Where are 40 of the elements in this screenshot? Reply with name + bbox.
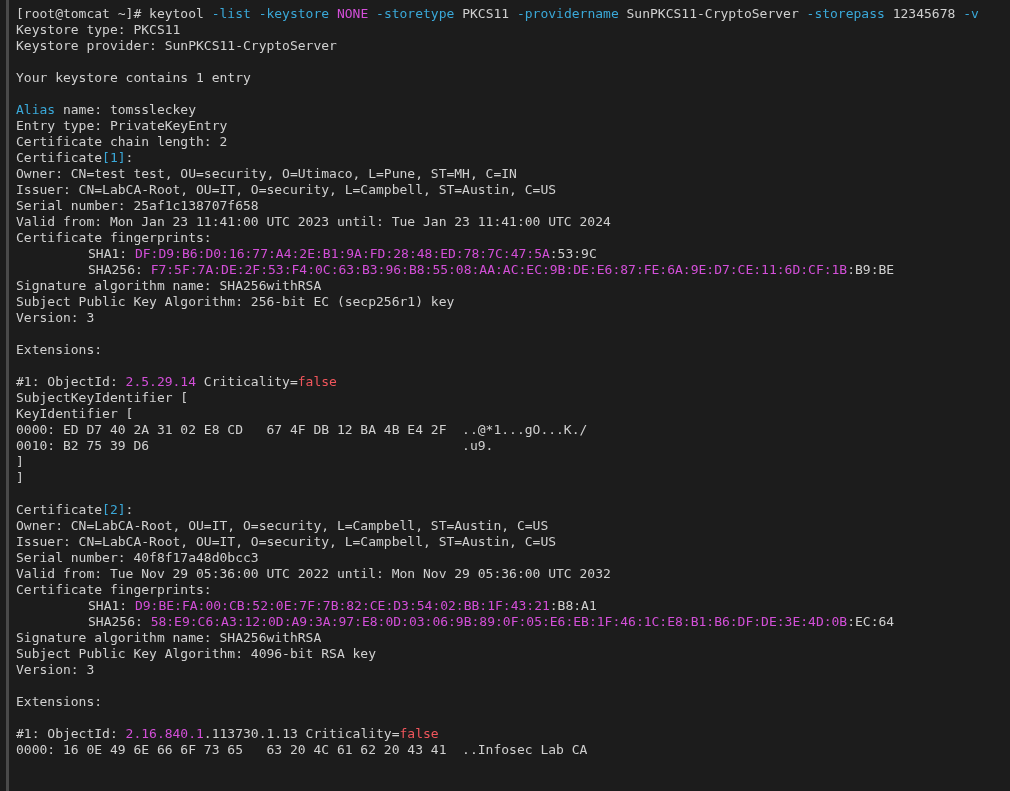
terminal-line: SHA256: 58:E9:C6:A3:12:0D:A9:3A:97:E8:0D:03:06:9B:89:0F:05:E6:EB:1F:46:1C:E8:B1:B6:DF:DE:3E:4D:0B:EC:64 — [87, 614, 896, 630]
terminal-line: Keystore type: PKCS11 — [16, 22, 182, 38]
terminal-line: 0000: 16 0E 49 6E 66 6F 73 65 63 20 4C 61 62 20 43 41 ..Infosec Lab CA — [16, 742, 589, 758]
terminal-line: Signature algorithm name: SHA256withRSA — [16, 278, 323, 294]
terminal-line: Serial number: 25af1c138707f658 — [16, 198, 260, 214]
terminal-line: [root@tomcat ~]# keytool -list -keystore NONE -storetype PKCS11 -providername SunPKCS11-CryptoServer -storepass 12345678 -v — [16, 6, 979, 22]
terminal-line: ] — [16, 454, 25, 470]
terminal-line: Valid from: Tue Nov 29 05:36:00 UTC 2022 until: Mon Nov 29 05:36:00 UTC 2032 — [16, 566, 612, 582]
terminal-line: Version: 3 — [16, 310, 96, 326]
terminal-line: ] — [16, 470, 25, 486]
terminal-line: Certificate fingerprints: — [16, 582, 213, 598]
terminal-line: Certificate fingerprints: — [16, 230, 213, 246]
terminal-line: KeyIdentifier [ — [16, 406, 135, 422]
terminal-line: Your keystore contains 1 entry — [16, 70, 252, 86]
terminal-line: Serial number: 40f8f17a48d0bcc3 — [16, 550, 260, 566]
terminal-line: SubjectKeyIdentifier [ — [16, 390, 190, 406]
terminal-line: 0000: ED D7 40 2A 31 02 E8 CD 67 4F DB 12 BA 4B E4 2F ..@*1...gO...K./ — [16, 422, 589, 438]
terminal-line: Subject Public Key Algorithm: 4096-bit RSA key — [16, 646, 378, 662]
terminal-line: Owner: CN=test test, OU=security, O=Utimaco, L=Pune, ST=MH, C=IN — [16, 166, 518, 182]
terminal-line: Issuer: CN=LabCA-Root, OU=IT, O=security, L=Campbell, ST=Austin, C=US — [16, 182, 558, 198]
terminal-line: SHA1: D9:BE:FA:00:CB:52:0E:7F:7B:82:CE:D3:54:02:BB:1F:43:21:B8:A1 — [87, 598, 598, 614]
terminal-line: SHA1: DF:D9:B6:D0:16:77:A4:2E:B1:9A:FD:28:48:ED:78:7C:47:5A:53:9C — [87, 246, 598, 262]
terminal-line: 0010: B2 75 39 D6 .u9. — [16, 438, 495, 454]
terminal-line: Alias name: tomssleckey — [16, 102, 198, 118]
terminal-line: Subject Public Key Algorithm: 256-bit EC (secp256r1) key — [16, 294, 456, 310]
terminal-line: Certificate[1]: — [16, 150, 135, 166]
terminal-line: #1: ObjectId: 2.16.840.1.113730.1.13 Criticality=false — [16, 726, 440, 742]
terminal-line: SHA256: F7:5F:7A:DE:2F:53:F4:0C:63:B3:96:B8:55:08:AA:AC:EC:9B:DE:E6:87:FE:6A:9E:D7:CE:11:6D:CF:1B:B9:BE — [87, 262, 896, 278]
terminal-line: Extensions: — [16, 694, 104, 710]
terminal-line: Version: 3 — [16, 662, 96, 678]
terminal-line: #1: ObjectId: 2.5.29.14 Criticality=false — [16, 374, 338, 390]
terminal-line: Owner: CN=LabCA-Root, OU=IT, O=security, L=Campbell, ST=Austin, C=US — [16, 518, 550, 534]
terminal-line: Certificate chain length: 2 — [16, 134, 229, 150]
terminal-line: Issuer: CN=LabCA-Root, OU=IT, O=security, L=Campbell, ST=Austin, C=US — [16, 534, 558, 550]
terminal-line: Entry type: PrivateKeyEntry — [16, 118, 229, 134]
terminal-line: Extensions: — [16, 342, 104, 358]
terminal-line: Keystore provider: SunPKCS11-CryptoServer — [16, 38, 338, 54]
terminal-line: Certificate[2]: — [16, 502, 135, 518]
terminal-line: Valid from: Mon Jan 23 11:41:00 UTC 2023 until: Tue Jan 23 11:41:00 UTC 2024 — [16, 214, 612, 230]
terminal-line: Signature algorithm name: SHA256withRSA — [16, 630, 323, 646]
